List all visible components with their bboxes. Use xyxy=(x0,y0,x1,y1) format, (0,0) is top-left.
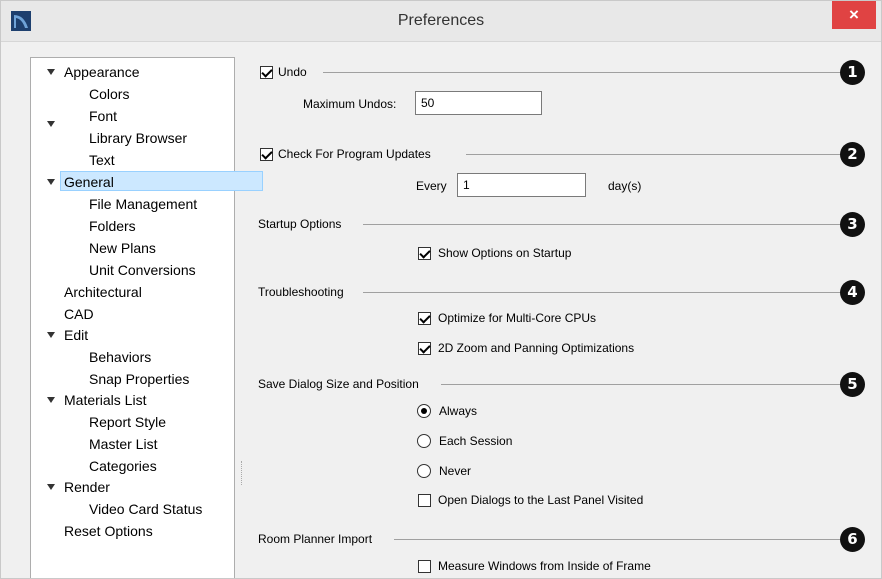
show-options-label: Show Options on Startup xyxy=(438,246,572,260)
tree-item-report-style[interactable]: Report Style xyxy=(89,412,166,432)
title-bar[interactable]: Preferences × xyxy=(1,1,881,42)
callout-badge-1: 1 xyxy=(840,60,865,85)
expand-arrow-icon[interactable] xyxy=(47,484,55,490)
tree-item-reset-options[interactable]: Reset Options xyxy=(64,521,153,541)
tree-item-text[interactable]: Text xyxy=(89,150,115,170)
tree-item-behaviors[interactable]: Behaviors xyxy=(89,347,151,367)
show-options-checkbox[interactable] xyxy=(418,247,431,260)
multicore-checkbox[interactable] xyxy=(418,312,431,325)
category-tree[interactable]: Appearance Colors Font Library Browser T… xyxy=(30,57,263,578)
section-divider xyxy=(394,539,843,540)
tree-item-font[interactable]: Font xyxy=(89,106,117,126)
tree-item-materials-list[interactable]: Materials List xyxy=(64,390,146,410)
tree-item-master-list[interactable]: Master List xyxy=(89,434,157,454)
radio-always-label: Always xyxy=(439,404,478,418)
last-panel-label: Open Dialogs to the Last Panel Visited xyxy=(438,493,644,507)
tree-item-categories[interactable]: Categories xyxy=(89,456,157,476)
tree-item-library-browser[interactable]: Library Browser xyxy=(89,128,187,148)
window-title: Preferences xyxy=(397,12,485,29)
room-planner-heading: Room Planner Import xyxy=(258,532,373,546)
troubleshooting-heading: Troubleshooting xyxy=(258,285,344,299)
tree-item-new-plans[interactable]: New Plans xyxy=(89,238,156,258)
save-dialog-heading: Save Dialog Size and Position xyxy=(258,377,419,391)
check-updates-label: Check For Program Updates xyxy=(278,147,431,161)
callout-badge-2: 2 xyxy=(840,142,865,167)
section-divider xyxy=(363,292,843,293)
callout-badge-3: 3 xyxy=(840,212,865,237)
close-button[interactable]: × xyxy=(832,1,876,29)
section-divider xyxy=(323,72,843,73)
measure-windows-checkbox[interactable] xyxy=(418,560,431,573)
tree-item-edit[interactable]: Edit xyxy=(64,325,88,345)
expand-arrow-icon[interactable] xyxy=(47,332,55,338)
zoom-panning-label: 2D Zoom and Panning Optimizations xyxy=(438,341,635,355)
tree-item-folders[interactable]: Folders xyxy=(89,216,136,236)
radio-always[interactable] xyxy=(417,404,431,418)
section-divider xyxy=(441,384,843,385)
tree-item-cad[interactable]: CAD xyxy=(64,304,94,324)
max-undos-label: Maximum Undos: xyxy=(303,97,397,111)
undo-checkbox[interactable] xyxy=(260,66,273,79)
zoom-panning-checkbox[interactable] xyxy=(418,342,431,355)
callout-badge-5: 5 xyxy=(840,372,865,397)
expand-arrow-icon[interactable] xyxy=(47,179,55,185)
tree-item-appearance[interactable]: Appearance xyxy=(64,62,140,82)
radio-each-session-label: Each Session xyxy=(439,434,513,448)
tree-item-colors[interactable]: Colors xyxy=(89,84,129,104)
radio-never[interactable] xyxy=(417,464,431,478)
startup-options-heading: Startup Options xyxy=(258,217,342,231)
measure-windows-label: Measure Windows from Inside of Frame xyxy=(438,559,651,573)
radio-each-session[interactable] xyxy=(417,434,431,448)
expand-arrow-icon[interactable] xyxy=(47,397,55,403)
last-panel-checkbox[interactable] xyxy=(418,494,431,507)
tree-item-snap-properties[interactable]: Snap Properties xyxy=(89,369,189,389)
radio-never-label: Never xyxy=(439,464,472,478)
section-divider xyxy=(466,154,843,155)
preferences-window: Preferences × Appearance Colors Font Lib… xyxy=(0,0,882,579)
tree-item-general[interactable]: General xyxy=(64,172,114,192)
splitter-grip[interactable] xyxy=(241,461,244,485)
check-updates-checkbox[interactable] xyxy=(260,148,273,161)
callout-badge-6: 6 xyxy=(840,527,865,552)
tree-item-video-card-status[interactable]: Video Card Status xyxy=(89,499,202,519)
multicore-label: Optimize for Multi-Core CPUs xyxy=(438,311,597,325)
callout-badge-4: 4 xyxy=(840,280,865,305)
expand-arrow-icon[interactable] xyxy=(47,121,55,127)
undo-label: Undo xyxy=(278,65,307,79)
max-undos-input[interactable]: 50 xyxy=(415,91,542,115)
section-divider xyxy=(363,224,843,225)
expand-arrow-icon[interactable] xyxy=(47,69,55,75)
tree-item-render[interactable]: Render xyxy=(64,477,110,497)
tree-item-file-management[interactable]: File Management xyxy=(89,194,197,214)
tree-item-unit-conversions[interactable]: Unit Conversions xyxy=(89,260,196,280)
tree-item-architectural[interactable]: Architectural xyxy=(64,282,142,302)
update-interval-input[interactable]: 1 xyxy=(457,173,586,197)
days-unit-label: day(s) xyxy=(608,179,642,193)
every-label: Every xyxy=(416,179,447,193)
